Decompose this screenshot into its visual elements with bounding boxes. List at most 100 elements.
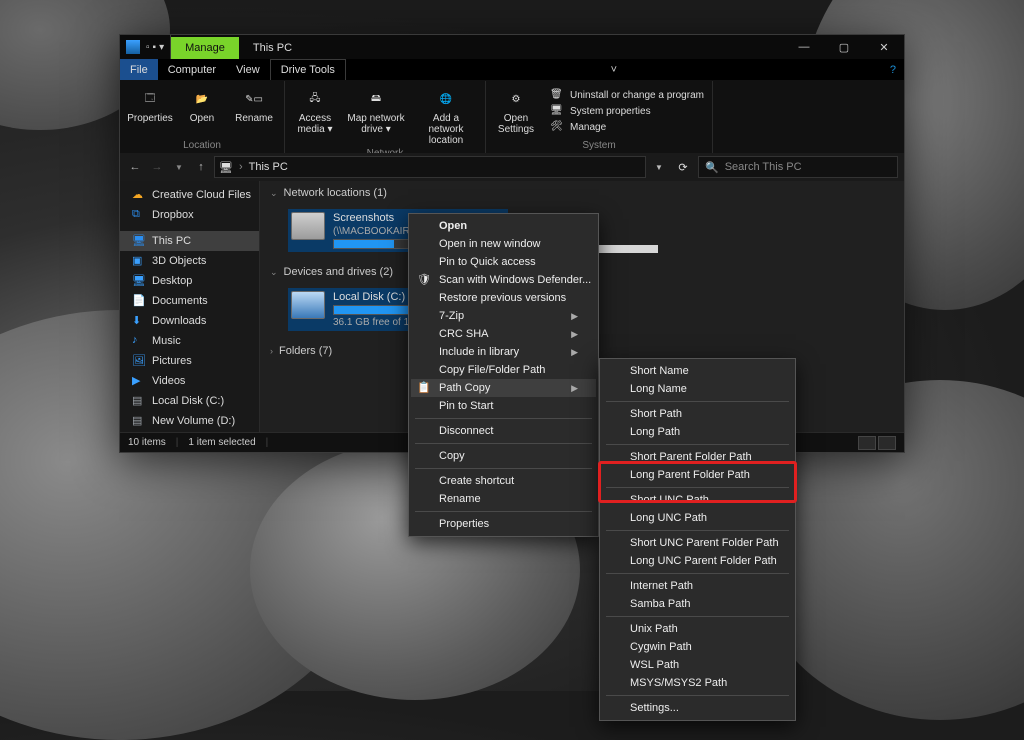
breadcrumb[interactable]: 🖥 › This PC <box>214 156 646 178</box>
submenu-arrow-icon: ▶ <box>571 347 578 358</box>
menu-item-wsl-path[interactable]: WSL Path <box>602 656 793 674</box>
refresh-button[interactable]: ⟳ <box>672 161 694 174</box>
help-button[interactable]: ? <box>882 59 904 80</box>
nav-item-this-pc[interactable]: 🖥This PC <box>120 231 259 251</box>
nav-item-downloads[interactable]: ⬇Downloads <box>120 311 259 331</box>
menu-item-msys-msys2-path[interactable]: MSYS/MSYS2 Path <box>602 674 793 692</box>
menu-item-long-path[interactable]: Long Path <box>602 423 793 441</box>
menu-item-properties[interactable]: Properties <box>411 515 596 533</box>
nav-item-icon: ♪ <box>132 334 146 348</box>
group-network-locations[interactable]: ⌄Network locations (1) <box>260 181 904 205</box>
menu-item-short-name[interactable]: Short Name <box>602 362 793 380</box>
nav-item-icon: ☁ <box>132 188 146 202</box>
ribbon-manage[interactable]: 🛠Manage <box>550 121 704 135</box>
view-tiles-button[interactable] <box>878 436 896 450</box>
tab-view[interactable]: View <box>226 59 270 80</box>
ribbon-access-media[interactable]: 🖧Access media ▾ <box>293 85 337 146</box>
ribbon-open-settings[interactable]: ⚙Open Settings <box>494 85 538 138</box>
menu-item-short-unc-path[interactable]: Short UNC Path <box>602 491 793 509</box>
nav-pane[interactable]: ☁ Creative Cloud Files ⧉Dropbox 🖥This PC▣3D… <box>120 181 260 432</box>
nav-item-creative-cloud-files[interactable]: ☁ Creative Cloud Files <box>120 185 259 205</box>
minimize-button[interactable]: — <box>784 35 824 59</box>
menu-item-scan-with-windows-defender[interactable]: 🛡Scan with Windows Defender... <box>411 271 596 289</box>
nav-item-label: New Volume (D:) <box>152 415 235 427</box>
ribbon-group-location-label: Location <box>128 138 276 151</box>
menu-item-short-unc-parent-folder-path[interactable]: Short UNC Parent Folder Path <box>602 534 793 552</box>
menu-item-cygwin-path[interactable]: Cygwin Path <box>602 638 793 656</box>
ribbon-collapse[interactable]: ˅ <box>603 59 625 80</box>
menu-item-pin-to-start[interactable]: Pin to Start <box>411 397 596 415</box>
menu-item-open-in-new-window[interactable]: Open in new window <box>411 235 596 253</box>
breadcrumb-dropdown[interactable]: ▼ <box>650 163 668 172</box>
menu-item-long-unc-path[interactable]: Long UNC Path <box>602 509 793 527</box>
nav-item-icon: ▤ <box>132 394 146 408</box>
nav-item-desktop[interactable]: 🖥Desktop <box>120 271 259 291</box>
nav-item-pictures[interactable]: 🖼Pictures <box>120 351 259 371</box>
ribbon-sys-props[interactable]: 🖥System properties <box>550 105 704 119</box>
menu-item-disconnect[interactable]: Disconnect <box>411 422 596 440</box>
ribbon-map-drive[interactable]: 🖴Map network drive ▾ <box>345 85 407 146</box>
search-input[interactable]: 🔍 Search This PC <box>698 156 898 178</box>
menu-item-copy-file-folder-path[interactable]: Copy File/Folder Path <box>411 361 596 379</box>
nav-item-icon: ⧉ <box>132 208 146 222</box>
menu-item-samba-path[interactable]: Samba Path <box>602 595 793 613</box>
nav-recent[interactable]: ▼ <box>170 163 188 172</box>
ribbon-rename[interactable]: ✎▭Rename <box>232 85 276 138</box>
menu-item-long-unc-parent-folder-path[interactable]: Long UNC Parent Folder Path <box>602 552 793 570</box>
nav-item-label: Creative Cloud Files <box>152 189 251 201</box>
nav-item-music[interactable]: ♪ Music <box>120 331 259 351</box>
menu-item-short-path[interactable]: Short Path <box>602 405 793 423</box>
nav-item-dropbox[interactable]: ⧉Dropbox <box>120 205 259 225</box>
menu-item-rename[interactable]: Rename <box>411 490 596 508</box>
context-tab-manage[interactable]: Manage <box>171 37 239 59</box>
menu-item-pin-to-quick-access[interactable]: Pin to Quick access <box>411 253 596 271</box>
qat-dropdown[interactable]: ▾ <box>159 42 164 53</box>
menu-item-icon: 📋 <box>417 381 431 395</box>
tab-computer[interactable]: Computer <box>158 59 226 80</box>
tab-file[interactable]: File <box>120 59 158 80</box>
menu-item-long-name[interactable]: Long Name <box>602 380 793 398</box>
tab-drive-tools[interactable]: Drive Tools <box>270 59 346 80</box>
view-details-button[interactable] <box>858 436 876 450</box>
menu-item-long-parent-folder-path[interactable]: Long Parent Folder Path <box>602 466 793 484</box>
nav-item-label: Documents <box>152 295 208 307</box>
ribbon-properties[interactable]: 🗔Properties <box>128 85 172 138</box>
nav-item-3d-objects[interactable]: ▣3D Objects <box>120 251 259 271</box>
nav-item-videos[interactable]: ▶Videos <box>120 371 259 391</box>
close-button[interactable]: ✕ <box>864 35 904 59</box>
search-icon: 🔍 <box>705 161 719 174</box>
menu-item-7-zip[interactable]: 7-Zip▶ <box>411 307 596 325</box>
menu-item-open[interactable]: Open <box>411 217 596 235</box>
app-icon <box>126 40 140 54</box>
nav-item-label: 3D Objects <box>152 255 206 267</box>
menu-item-crc-sha[interactable]: CRC SHA▶ <box>411 325 596 343</box>
nav-item-new-volume-d[interactable]: ▤New Volume (D:) <box>120 411 259 431</box>
nav-back[interactable]: ← <box>126 161 144 173</box>
ribbon-add-location[interactable]: 🌐Add a network location <box>415 85 477 146</box>
breadcrumb-this-pc[interactable]: This PC <box>249 161 288 173</box>
menu-item-icon: 🛡 <box>417 273 431 287</box>
menu-item-short-parent-folder-path[interactable]: Short Parent Folder Path <box>602 448 793 466</box>
menu-item-include-in-library[interactable]: Include in library▶ <box>411 343 596 361</box>
qat-item[interactable]: ▪ <box>153 42 157 53</box>
nav-up[interactable]: ↑ <box>192 161 210 173</box>
menu-item-create-shortcut[interactable]: Create shortcut <box>411 472 596 490</box>
menu-item-path-copy[interactable]: 📋Path Copy▶ <box>411 379 596 397</box>
menu-item-internet-path[interactable]: Internet Path <box>602 577 793 595</box>
nav-item-icon: ⬇ <box>132 314 146 328</box>
nav-item-documents[interactable]: 📄Documents <box>120 291 259 311</box>
ribbon-uninstall[interactable]: 🗑Uninstall or change a program <box>550 89 704 103</box>
menu-item-restore-previous-versions[interactable]: Restore previous versions <box>411 289 596 307</box>
menu-item-copy[interactable]: Copy <box>411 447 596 465</box>
qat-item[interactable]: ▫ <box>146 42 150 53</box>
submenu-arrow-icon: ▶ <box>571 311 578 322</box>
menu-item-unix-path[interactable]: Unix Path <box>602 620 793 638</box>
titlebar[interactable]: ▫ ▪ ▾ Manage This PC — ▢ ✕ <box>120 35 904 59</box>
nav-item-label: This PC <box>152 235 191 247</box>
nav-item-label: Music <box>152 335 181 347</box>
nav-item-local-disk-c[interactable]: ▤Local Disk (C:) <box>120 391 259 411</box>
ribbon-open[interactable]: 📂Open <box>180 85 224 138</box>
nav-forward[interactable]: → <box>148 161 166 173</box>
menu-item-settings[interactable]: Settings... <box>602 699 793 717</box>
maximize-button[interactable]: ▢ <box>824 35 864 59</box>
